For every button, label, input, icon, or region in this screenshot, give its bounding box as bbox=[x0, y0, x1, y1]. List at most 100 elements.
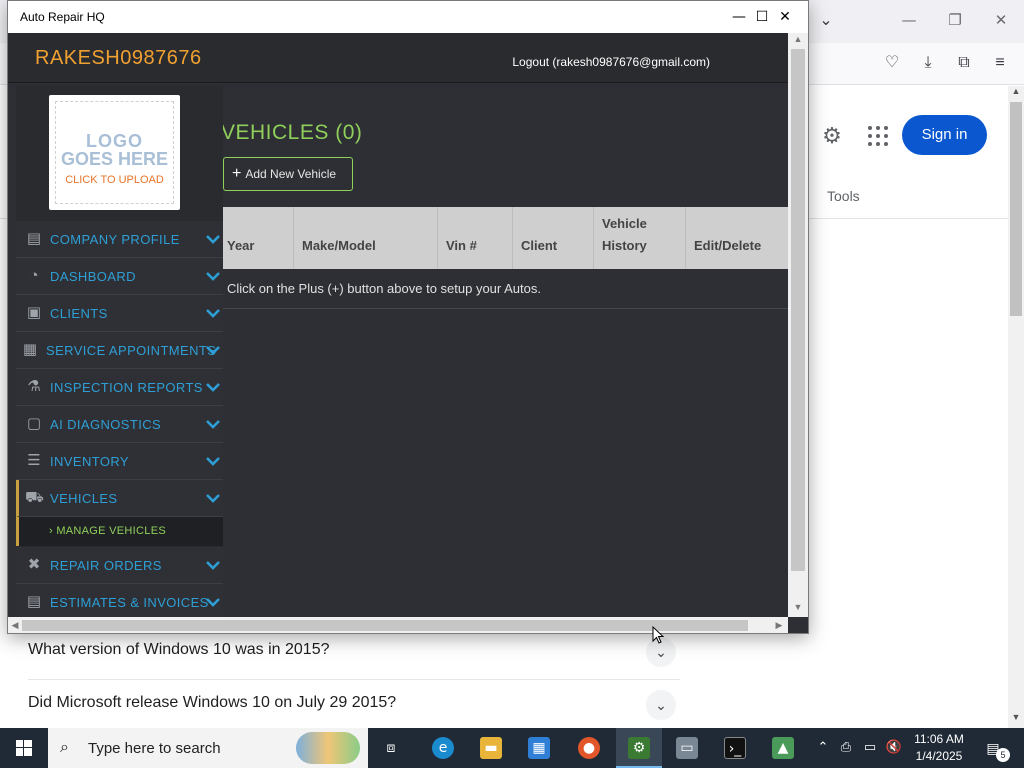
sidebar-item-inspection-reports[interactable]: ⚗ INSPECTION REPORTS bbox=[16, 369, 223, 406]
chevron-down-icon bbox=[206, 272, 220, 281]
column-header-label: Year bbox=[227, 238, 255, 253]
column-header-vin[interactable]: Vin # bbox=[438, 207, 513, 269]
table-row: Click on the Plus (+) button above to se… bbox=[223, 269, 788, 309]
sidebar-item-label: SERVICE APPOINTMENTS bbox=[46, 343, 217, 358]
sidebar-subitem-manage-vehicles[interactable]: › MANAGE VEHICLES bbox=[16, 517, 223, 546]
window-title: Auto Repair HQ bbox=[20, 10, 105, 24]
scroll-up-arrow-icon[interactable]: ▲ bbox=[1008, 86, 1024, 100]
network-icon[interactable]: ▭ bbox=[860, 728, 880, 768]
column-header-edit-delete[interactable]: Edit/Delete bbox=[686, 207, 788, 269]
scroll-down-arrow-icon[interactable]: ▼ bbox=[788, 602, 808, 616]
app-vertical-scrollbar[interactable]: ▲ ▼ bbox=[788, 33, 808, 617]
sidebar-item-estimates-invoices[interactable]: ▤ ESTIMATES & INVOICES bbox=[16, 584, 223, 617]
download-icon[interactable]: ⤓ bbox=[916, 53, 940, 75]
pocket-icon[interactable]: ♡ bbox=[880, 53, 904, 75]
scroll-left-arrow-icon[interactable]: ◀ bbox=[8, 617, 22, 633]
scroll-down-arrow-icon[interactable]: ▼ bbox=[1008, 712, 1024, 726]
browser-close-icon[interactable]: ✕ bbox=[989, 11, 1013, 33]
page-title: VEHICLES (0) bbox=[223, 121, 363, 144]
apps-grid-icon[interactable] bbox=[866, 124, 890, 148]
app-horizontal-scrollbar[interactable]: ◀ ▶ bbox=[8, 617, 788, 633]
auto-repair-app-icon: ⚙ bbox=[628, 737, 650, 759]
firefox-icon: ● bbox=[578, 737, 600, 759]
chip-icon: ▢ bbox=[26, 415, 42, 432]
taskbar-clock[interactable]: 11:06 AM 1/4/2025 bbox=[906, 731, 972, 765]
clock-date: 1/4/2025 bbox=[915, 749, 963, 763]
taskbar-edge[interactable]: e bbox=[420, 728, 466, 768]
sidebar-item-repair-orders[interactable]: ✖ REPAIR ORDERS bbox=[16, 547, 223, 584]
scrollbar-thumb[interactable] bbox=[791, 49, 805, 571]
action-center-button[interactable]: ▤ 5 bbox=[980, 736, 1010, 762]
task-view-button[interactable]: ⧈ bbox=[368, 728, 414, 768]
chevron-down-icon[interactable]: ⌄ bbox=[646, 690, 676, 720]
sign-in-button[interactable]: Sign in bbox=[902, 115, 987, 155]
taskbar-firefox[interactable]: ● bbox=[566, 728, 612, 768]
start-button[interactable] bbox=[0, 728, 48, 768]
meet-now-icon[interactable]: ⎙ bbox=[836, 728, 856, 768]
column-header-make-model[interactable]: Make/Model bbox=[294, 207, 438, 269]
taskbar-app-other[interactable]: ▲ bbox=[760, 728, 806, 768]
logout-link[interactable]: Logout (rakesh0987676@gmail.com) bbox=[512, 55, 710, 69]
terminal-icon: ›_ bbox=[724, 737, 746, 759]
browser-vertical-scrollbar[interactable]: ▲ ▼ bbox=[1008, 86, 1024, 728]
column-header-vehicle-history[interactable]: Vehicle History bbox=[594, 207, 686, 269]
faq-item[interactable]: Did Microsoft release Windows 10 on July… bbox=[28, 680, 680, 733]
scroll-up-arrow-icon[interactable]: ▲ bbox=[788, 34, 808, 48]
calendar-icon: ▦ bbox=[22, 341, 38, 358]
account-name: RAKESH0987676 bbox=[35, 47, 202, 69]
logo-upload[interactable]: LOGO GOES HERE CLICK TO UPLOAD bbox=[49, 95, 180, 210]
browser-restore-icon[interactable]: ❐ bbox=[943, 11, 967, 33]
tools-icon: ✖ bbox=[27, 556, 41, 573]
add-new-vehicle-button[interactable]: + Add New Vehicle bbox=[223, 157, 353, 191]
settings-gear-icon[interactable]: ⚙ bbox=[820, 124, 844, 148]
browser-minimize-icon[interactable]: — bbox=[897, 11, 921, 33]
scrollbar-thumb[interactable] bbox=[1010, 102, 1022, 316]
sidebar-item-clients[interactable]: ▣ CLIENTS bbox=[16, 295, 223, 332]
show-hidden-icons-chevron-icon[interactable]: ⌃ bbox=[814, 728, 832, 768]
tab-list-chevron-icon[interactable]: ⌄ bbox=[814, 11, 838, 33]
column-header-client[interactable]: Client bbox=[513, 207, 594, 269]
faq-item[interactable]: What version of Windows 10 was in 2015? … bbox=[28, 627, 680, 680]
gauge-icon: ◔ bbox=[29, 267, 39, 284]
chevron-down-icon bbox=[206, 420, 220, 429]
column-header-label: Vin # bbox=[446, 238, 477, 253]
sidebar-item-vehicles[interactable]: ⛟ VEHICLES bbox=[16, 480, 223, 517]
search-highlight-image bbox=[296, 732, 360, 764]
sidebar-subitem-label: › MANAGE VEHICLES bbox=[49, 525, 166, 537]
column-header-label: Client bbox=[521, 238, 558, 253]
extensions-icon[interactable]: ⧉ bbox=[952, 53, 976, 75]
sidebar-item-label: INVENTORY bbox=[50, 454, 129, 469]
search-icon: ⌕ bbox=[60, 739, 69, 756]
mouse-cursor-icon bbox=[652, 626, 664, 644]
chevron-down-icon bbox=[206, 494, 220, 503]
scroll-right-arrow-icon[interactable]: ▶ bbox=[772, 617, 786, 633]
logo-text-line1: LOGO bbox=[86, 131, 143, 151]
window-titlebar[interactable]: Auto Repair HQ — ☐ ☐ ✕ bbox=[8, 1, 808, 33]
taskbar-search-box[interactable]: ⌕ Type here to search bbox=[48, 728, 368, 768]
column-header-year[interactable]: Year bbox=[223, 207, 294, 269]
tools-tab[interactable]: Tools bbox=[827, 188, 860, 204]
taskbar-terminal[interactable]: ›_ bbox=[712, 728, 758, 768]
menu-icon[interactable]: ≡ bbox=[988, 53, 1012, 75]
close-button[interactable]: ✕ bbox=[762, 1, 808, 33]
sidebar-item-label: DASHBOARD bbox=[50, 269, 136, 284]
taskbar-file-explorer[interactable]: ▬ bbox=[468, 728, 514, 768]
taskbar-store[interactable]: ▦ bbox=[516, 728, 562, 768]
sidebar-item-label: INSPECTION REPORTS bbox=[50, 380, 203, 395]
sidebar-item-ai-diagnostics[interactable]: ▢ AI DIAGNOSTICS bbox=[16, 406, 223, 443]
taskbar-auto-repair-hq[interactable]: ⚙ bbox=[616, 728, 662, 768]
sidebar-item-label: ESTIMATES & INVOICES bbox=[50, 595, 209, 610]
sidebar-item-company-profile[interactable]: ▤ COMPANY PROFILE bbox=[16, 221, 223, 258]
search-placeholder: Type here to search bbox=[88, 740, 221, 757]
building-icon: ▤ bbox=[26, 230, 42, 247]
sidebar-item-inventory[interactable]: ☰ INVENTORY bbox=[16, 443, 223, 480]
sidebar-item-dashboard[interactable]: ◔ DASHBOARD bbox=[16, 258, 223, 295]
scrollbar-thumb[interactable] bbox=[22, 620, 748, 631]
volume-muted-icon[interactable]: 🔇 bbox=[884, 728, 904, 768]
taskbar-app-computer[interactable]: ▭ bbox=[664, 728, 710, 768]
column-header-label: Vehicle History bbox=[602, 216, 647, 253]
sidebar-item-service-appointments[interactable]: ▦ SERVICE APPOINTMENTS bbox=[16, 332, 223, 369]
notification-count-badge: 5 bbox=[996, 748, 1010, 762]
manage-vehicles-label: MANAGE VEHICLES bbox=[56, 525, 166, 537]
logo-upload-hint: CLICK TO UPLOAD bbox=[65, 174, 164, 186]
